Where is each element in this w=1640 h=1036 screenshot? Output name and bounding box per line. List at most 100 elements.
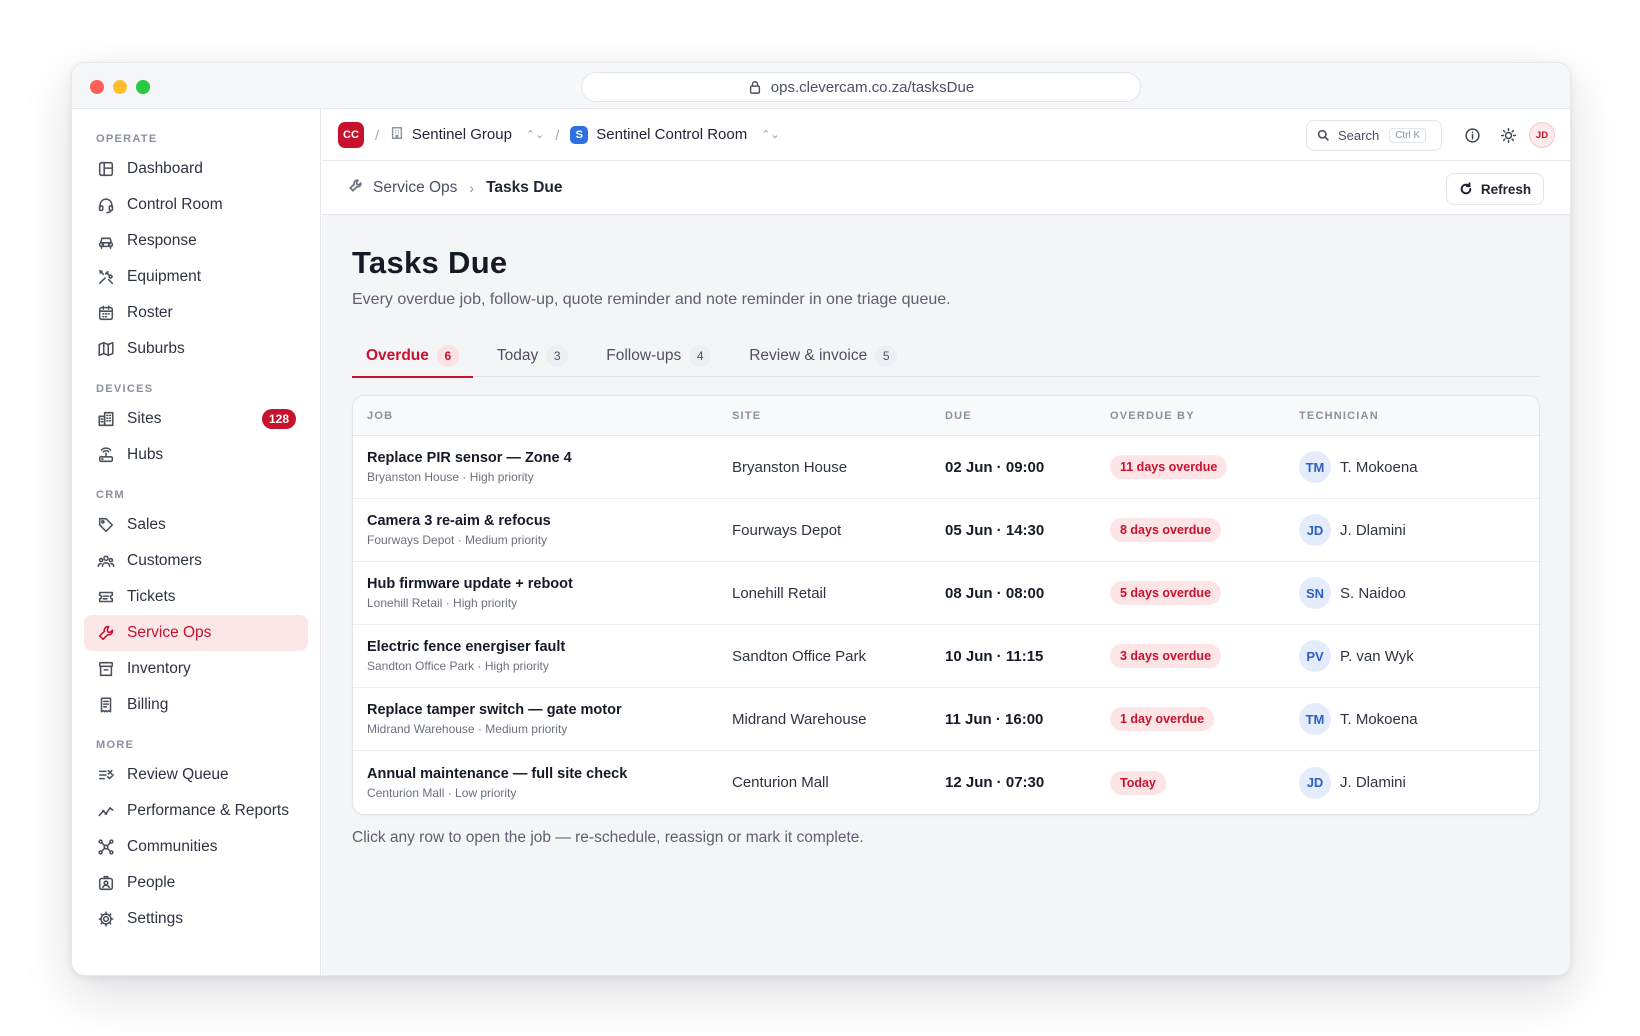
table-body: Replace PIR sensor — Zone 4 Bryanston Ho…: [353, 436, 1539, 814]
avatar: JD: [1299, 514, 1331, 546]
column-header-technician[interactable]: TECHNICIAN: [1299, 410, 1539, 422]
avatar: TM: [1299, 451, 1331, 483]
technician-cell: PV P. van Wyk: [1299, 640, 1539, 672]
sidebar-item-label: Billing: [127, 696, 169, 713]
avatar: TM: [1299, 703, 1331, 735]
search-icon: [1317, 129, 1329, 141]
site-cell: Bryanston House: [732, 458, 848, 476]
tasks-table: JOB SITE DUE OVERDUE BY TECHNICIAN Repla…: [352, 395, 1540, 815]
sidebar-item-communities[interactable]: Communities: [84, 829, 308, 865]
breadcrumb-parent[interactable]: Service Ops: [373, 179, 457, 197]
user-avatar[interactable]: JD: [1529, 122, 1555, 148]
refresh-button[interactable]: Refresh: [1446, 173, 1544, 205]
sidebar-item-performance-reports[interactable]: Performance & Reports: [84, 793, 308, 829]
technician-name: J. Dlamini: [1340, 774, 1406, 791]
sidebar-item-label: People: [127, 874, 176, 891]
sidebar-item-settings[interactable]: Settings: [84, 901, 308, 937]
maximize-window-button[interactable]: [136, 80, 150, 94]
sidebar-item-review-queue[interactable]: Review Queue: [84, 757, 308, 793]
chevron-updown-icon: ⌃⌄: [525, 129, 545, 141]
tab-bar: Overdue 6 Today 3 Follow-ups 4 Review & invoic…: [352, 335, 1540, 378]
room-switcher[interactable]: S Sentinel Control Room ⌃⌄: [570, 125, 780, 144]
sidebar-item-sites[interactable]: Sites 128: [84, 401, 308, 437]
sidebar-item-label: Service Ops: [127, 624, 212, 641]
theme-toggle-icon[interactable]: [1498, 125, 1518, 145]
users-icon: [96, 551, 116, 571]
job-title: Replace PIR sensor — Zone 4: [367, 450, 572, 466]
table-row[interactable]: Replace tamper switch — gate motor Midra…: [353, 688, 1539, 751]
sidebar-item-label: Inventory: [127, 660, 191, 677]
close-window-button[interactable]: [90, 80, 104, 94]
column-header-job[interactable]: JOB: [353, 410, 732, 422]
sidebar-item-people[interactable]: People: [84, 865, 308, 901]
sidebar: OPERATE Dashboard Control Room Response Equi…: [72, 109, 321, 975]
table-header: JOB SITE DUE OVERDUE BY TECHNICIAN: [353, 396, 1539, 436]
job-cell: Camera 3 re-aim & refocus Fourways Depot…: [353, 513, 732, 547]
tab-overdue[interactable]: Overdue 6: [352, 335, 473, 378]
table-row[interactable]: Annual maintenance — full site check Cen…: [353, 751, 1539, 814]
sidebar-item-equipment[interactable]: Equipment: [84, 259, 308, 295]
due-cell: 12 Jun · 07:30: [945, 774, 1045, 791]
minimize-window-button[interactable]: [113, 80, 127, 94]
tab-label: Follow-ups: [606, 347, 682, 364]
job-meta: Lonehill Retail · High priority: [367, 596, 518, 610]
job-title: Camera 3 re-aim & refocus: [367, 513, 551, 529]
sidebar-item-tickets[interactable]: Tickets: [84, 579, 308, 615]
tab-count-badge: 4: [689, 345, 712, 367]
sidebar-item-sales[interactable]: Sales: [84, 507, 308, 543]
sidebar-item-dashboard[interactable]: Dashboard: [84, 151, 308, 187]
sidebar-item-label: Roster: [127, 304, 173, 321]
tab-review-invoice[interactable]: Review & invoice 5: [735, 335, 911, 377]
job-title: Electric fence energiser fault: [367, 639, 566, 655]
tab-follow-ups[interactable]: Follow-ups 4: [592, 335, 725, 377]
sidebar-item-suburbs[interactable]: Suburbs: [84, 331, 308, 367]
building-icon: [96, 409, 116, 429]
tab-count-badge: 5: [875, 345, 898, 367]
job-meta: Sandton Office Park · High priority: [367, 659, 549, 673]
column-header-due[interactable]: DUE: [945, 410, 1110, 422]
sidebar-item-response[interactable]: Response: [84, 223, 308, 259]
sidebar-item-hubs[interactable]: Hubs: [84, 437, 308, 473]
sidebar-item-label: Dashboard: [127, 160, 203, 177]
list-check-icon: [96, 765, 116, 785]
sidebar-item-billing[interactable]: Billing: [84, 687, 308, 723]
wrench-icon: [96, 623, 116, 643]
info-icon[interactable]: [1462, 125, 1482, 145]
technician-name: T. Mokoena: [1340, 710, 1418, 728]
search-button[interactable]: Search Ctrl K: [1306, 120, 1442, 151]
org-badge[interactable]: CC: [338, 121, 364, 148]
badge-icon: [96, 873, 116, 893]
sidebar-item-control-room[interactable]: Control Room: [84, 187, 308, 223]
table-row[interactable]: Camera 3 re-aim & refocus Fourways Depot…: [353, 499, 1539, 562]
sidebar-item-roster[interactable]: Roster: [84, 295, 308, 331]
refresh-icon: [1460, 182, 1472, 195]
sidebar-item-label: Hubs: [127, 446, 164, 463]
page-title: Tasks Due: [352, 245, 508, 280]
receipt-icon: [96, 695, 116, 715]
page-subtitle: Every overdue job, follow-up, quote remi…: [352, 291, 951, 308]
sidebar-item-label: Suburbs: [127, 340, 185, 357]
sidebar-item-service-ops[interactable]: Service Ops: [84, 615, 308, 651]
sidebar-item-customers[interactable]: Customers: [84, 543, 308, 579]
technician-cell: JD J. Dlamini: [1299, 514, 1539, 546]
table-row[interactable]: Replace PIR sensor — Zone 4 Bryanston Ho…: [353, 436, 1539, 499]
refresh-label: Refresh: [1480, 181, 1532, 197]
table-row[interactable]: Hub firmware update + reboot Lonehill Re…: [353, 562, 1539, 625]
tag-icon: [96, 515, 116, 535]
column-header-overdue[interactable]: OVERDUE BY: [1110, 410, 1299, 422]
sidebar-section-label: DEVICES: [96, 383, 154, 395]
column-header-site[interactable]: SITE: [732, 410, 945, 422]
tab-today[interactable]: Today 3: [483, 335, 582, 377]
layout-icon: [96, 159, 116, 179]
address-bar[interactable]: ops.clevercam.co.za/tasksDue: [581, 72, 1141, 102]
technician-cell: TM T. Mokoena: [1299, 451, 1539, 483]
group-switcher[interactable]: Sentinel Group ⌃⌄: [390, 126, 545, 144]
sidebar-item-inventory[interactable]: Inventory: [84, 651, 308, 687]
overdue-badge: 8 days overdue: [1110, 518, 1222, 542]
table-row[interactable]: Electric fence energiser fault Sandton O…: [353, 625, 1539, 688]
job-cell: Electric fence energiser fault Sandton O…: [353, 639, 732, 673]
job-cell: Replace PIR sensor — Zone 4 Bryanston Ho…: [353, 450, 732, 484]
browser-window: ops.clevercam.co.za/tasksDue OPERATE Dash…: [71, 62, 1571, 976]
technician-name: J. Dlamini: [1340, 521, 1406, 539]
technician-cell: TM T. Mokoena: [1299, 703, 1539, 735]
